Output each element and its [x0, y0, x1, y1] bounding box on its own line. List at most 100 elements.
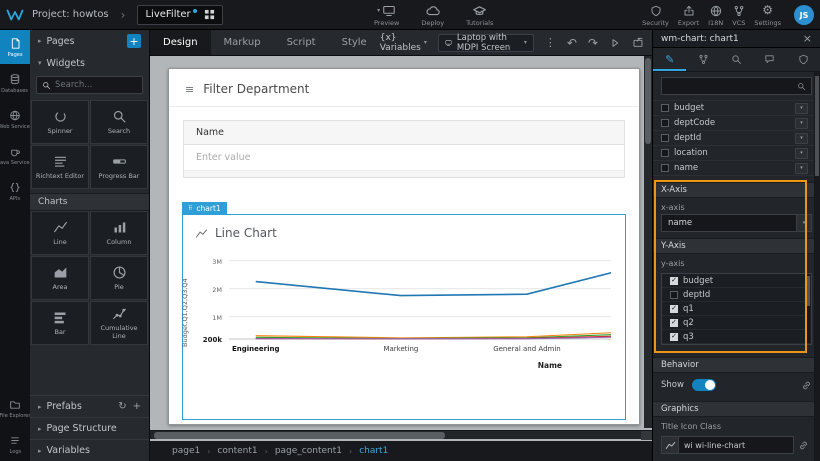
y-axis-list-scrollbar[interactable] — [806, 275, 810, 343]
breadcrumb-item-page-content1[interactable]: page_content1 — [275, 446, 342, 456]
widget-search-input[interactable] — [55, 80, 137, 90]
panel-scroll-thumb[interactable] — [815, 76, 819, 176]
breadcrumb-item-chart1[interactable]: chart1 — [359, 446, 388, 456]
canvas-page[interactable]: ≡ Filter Department Name ⠿ chart1 — [168, 68, 640, 425]
panel-tab-chat[interactable] — [753, 48, 786, 71]
panel-tab-pencil[interactable]: ✎ — [653, 48, 686, 71]
drag-handle-icon[interactable]: ⠿ — [188, 206, 192, 212]
field-row-deptid[interactable]: ✓ deptId ▾ — [653, 131, 820, 146]
checkbox[interactable]: ✓ — [661, 104, 669, 112]
y-axis-option-q1[interactable]: ✓ q1 — [662, 302, 811, 316]
widget-tile-column[interactable]: Column — [90, 211, 148, 255]
y-axis-option-q3[interactable]: ✓ q3 — [662, 330, 811, 344]
tab-style[interactable]: Style — [329, 30, 380, 55]
run-icon[interactable] — [609, 37, 621, 49]
rail-item-databases[interactable]: Databases — [0, 66, 30, 100]
widget-tile-richtext-editor[interactable]: Richtext Editor — [31, 145, 89, 189]
checkbox[interactable]: ✓ — [661, 134, 669, 142]
export-button[interactable]: Export — [678, 4, 699, 27]
app-switcher[interactable]: LiveFilter — [137, 5, 222, 25]
checkbox[interactable]: ✓ — [670, 277, 678, 285]
hamburger-icon[interactable]: ≡ — [185, 83, 194, 96]
refresh-icon[interactable]: ↻ — [118, 401, 126, 412]
widget-tile-progress-bar[interactable]: Progress Bar — [90, 145, 148, 189]
selected-chart-widget[interactable]: ⠿ chart1 Line Chart Budget,Q1,Q2,Q3,Q4 3… — [182, 214, 626, 420]
more-options-icon[interactable]: ⋮ — [545, 36, 556, 49]
horizontal-scroll-thumb[interactable] — [154, 432, 445, 439]
preview-button[interactable]: ▾ Preview — [374, 4, 399, 27]
y-axis-option-q2[interactable]: ✓ q2 — [662, 316, 811, 330]
user-avatar[interactable]: JS — [794, 5, 814, 25]
breadcrumb-item-page1[interactable]: page1 — [172, 446, 200, 456]
checkbox[interactable]: ✓ — [661, 164, 669, 172]
chevron-down-icon[interactable]: ▾ — [377, 7, 380, 14]
bind-property-icon[interactable] — [801, 380, 812, 391]
y-axis-option-budget[interactable]: ✓ budget — [662, 274, 811, 288]
device-selector[interactable]: Laptop with MDPI Screen ▾ — [438, 34, 534, 52]
widget-selection-tag[interactable]: ⠿ chart1 — [182, 202, 227, 215]
pages-section-header[interactable]: ▸ Pages + — [30, 30, 149, 52]
properties-search-input[interactable] — [667, 81, 793, 91]
widget-tile-spinner[interactable]: Spinner — [31, 100, 89, 144]
project-name[interactable]: Project: howtos — [32, 9, 109, 20]
wavemaker-logo-icon[interactable] — [0, 0, 30, 30]
prefabs-section-header[interactable]: ▸ Prefabs ↻ + — [30, 395, 149, 417]
field-row-deptcode[interactable]: ✓ deptCode ▾ — [653, 116, 820, 131]
title-icon-class-value[interactable]: wi wi-line-chart — [679, 436, 794, 454]
tab-design[interactable]: Design — [150, 30, 211, 55]
vertical-scroll-thumb[interactable] — [645, 58, 651, 144]
checkbox[interactable]: ✓ — [670, 319, 678, 327]
widget-tile-cumulative-line[interactable]: Cumulative Line — [90, 301, 148, 345]
variables-dropdown[interactable]: {x} Variables ▾ — [380, 33, 427, 53]
tutorials-button[interactable]: Tutorials — [466, 4, 493, 27]
canvas-vertical-scrollbar[interactable] — [644, 56, 652, 428]
panel-tab-shield[interactable] — [787, 48, 820, 71]
show-toggle[interactable] — [692, 379, 716, 391]
page-structure-section-header[interactable]: ▸ Page Structure — [30, 417, 149, 439]
add-prefab-icon[interactable]: + — [133, 401, 141, 412]
field-row-name[interactable]: ✓ name ▾ — [653, 161, 820, 176]
security-button[interactable]: Security — [642, 4, 669, 27]
tab-markup[interactable]: Markup — [211, 30, 274, 55]
checkbox[interactable]: ✓ — [661, 149, 669, 157]
checkbox[interactable]: ✓ — [670, 305, 678, 313]
chevron-down-icon[interactable]: ▾ — [795, 163, 808, 174]
widget-tile-bar[interactable]: Bar — [31, 301, 89, 345]
widget-tile-pie[interactable]: Pie — [90, 256, 148, 300]
widget-tile-search[interactable]: Search — [90, 100, 148, 144]
chevron-down-icon[interactable]: ▾ — [795, 103, 808, 114]
close-icon[interactable]: × — [803, 32, 812, 45]
y-axis-option-deptid[interactable]: ✓ deptId — [662, 288, 811, 302]
x-axis-select[interactable]: name ▾ — [661, 214, 812, 232]
widget-tile-area[interactable]: Area — [31, 256, 89, 300]
open-preview-icon[interactable] — [632, 37, 644, 49]
app-grid-icon[interactable] — [204, 9, 215, 20]
field-value-input[interactable] — [184, 145, 624, 171]
canvas-horizontal-scrollbar[interactable] — [150, 430, 652, 439]
chevron-down-icon[interactable]: ▾ — [795, 133, 808, 144]
rail-item-apis[interactable]: APIs — [0, 174, 30, 208]
vcs-button[interactable]: VCS — [732, 4, 745, 27]
charts-section-header[interactable]: Charts — [30, 193, 149, 211]
undo-icon[interactable]: ↶ — [567, 37, 577, 49]
settings-button[interactable]: ⚙ Settings — [754, 4, 781, 27]
checkbox[interactable]: ✓ — [670, 333, 678, 341]
rail-item-java-services[interactable]: Java Services — [0, 138, 30, 172]
rail-item-logs[interactable]: Logs — [0, 427, 30, 461]
design-canvas[interactable]: ≡ Filter Department Name ⠿ chart1 — [150, 56, 652, 441]
redo-icon[interactable]: ↷ — [588, 37, 598, 49]
panel-tab-branch[interactable] — [686, 48, 719, 71]
y-axis-scroll-thumb[interactable] — [806, 276, 810, 306]
tab-script[interactable]: Script — [274, 30, 329, 55]
chevron-down-icon[interactable]: ▾ — [795, 148, 808, 159]
panel-tab-search[interactable] — [720, 48, 753, 71]
field-row-budget[interactable]: ✓ budget ▾ — [653, 101, 820, 116]
checkbox[interactable]: ✓ — [670, 291, 678, 299]
rail-item-pages[interactable]: Pages — [0, 30, 30, 64]
breadcrumb-item-content1[interactable]: content1 — [217, 446, 257, 456]
widgets-section-header[interactable]: ▾ Widgets — [30, 52, 149, 74]
chevron-down-icon[interactable]: ▾ — [795, 118, 808, 129]
rail-item-web-services[interactable]: Web Services — [0, 102, 30, 136]
checkbox[interactable]: ✓ — [661, 119, 669, 127]
chevron-down-icon[interactable]: ▾ — [796, 215, 811, 231]
